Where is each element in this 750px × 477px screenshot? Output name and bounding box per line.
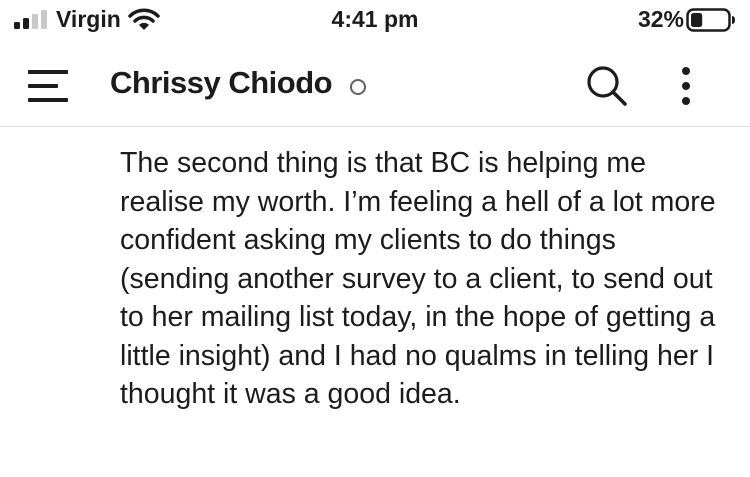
channel-header: Chrissy Chiodo bbox=[0, 48, 750, 127]
conversation-title[interactable]: Chrissy Chiodo bbox=[110, 65, 333, 101]
battery-percentage: 32% bbox=[637, 6, 684, 32]
presence-indicator-icon bbox=[350, 79, 366, 95]
message-body: The second thing is that BC is helping m… bbox=[120, 147, 716, 410]
battery-fill bbox=[691, 13, 703, 27]
battery-icon bbox=[686, 8, 735, 32]
status-bar: Virgin 4:41 pm 32% bbox=[0, 0, 750, 40]
search-icon[interactable] bbox=[585, 64, 629, 108]
vertical-ellipsis-icon[interactable] bbox=[668, 66, 704, 106]
hamburger-menu-icon[interactable] bbox=[28, 68, 68, 104]
